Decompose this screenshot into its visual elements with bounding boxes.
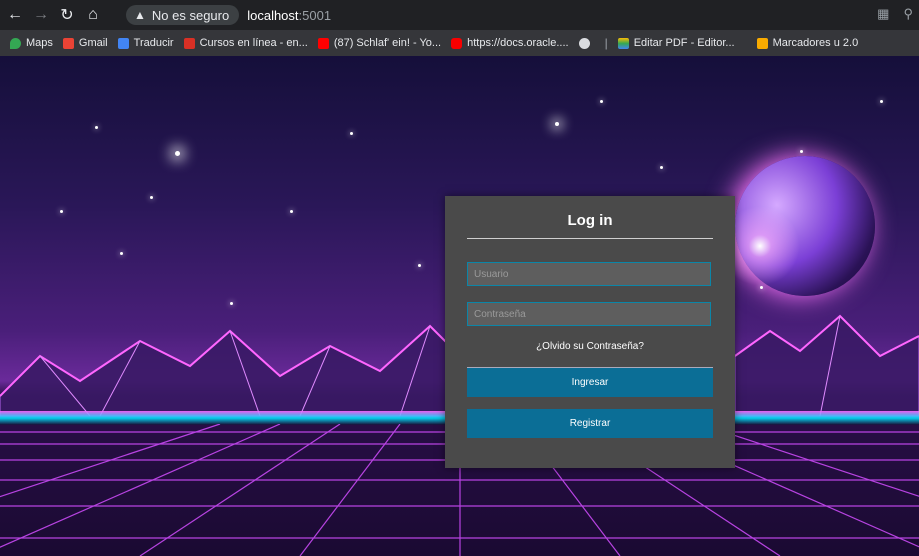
bookmark-label: Cursos en línea - en... [199, 37, 308, 49]
security-chip[interactable]: ▲ No es seguro [126, 5, 240, 25]
title-divider [467, 238, 713, 239]
translate-icon[interactable]: ▦ [877, 6, 889, 22]
gmail-icon [62, 37, 74, 49]
url-host: localhost [247, 7, 299, 23]
bookmark-youtube[interactable]: (87) Schlaf' ein! - Yo... [317, 37, 442, 49]
url-text[interactable]: localhost:5001 [247, 8, 331, 23]
login-button[interactable]: Ingresar [467, 367, 713, 397]
security-label: No es seguro [151, 7, 230, 23]
bookmark-label: Gmail [78, 37, 108, 49]
youtube-icon [317, 37, 329, 49]
bookmarks-bar: Maps Gmail Traducir Cursos en línea - en… [0, 30, 919, 56]
forward-arrow-icon[interactable]: → [30, 4, 52, 26]
folder-icon [756, 37, 768, 49]
bookmark-oracle[interactable]: https://docs.oracle.... [451, 37, 569, 49]
login-card: Log in Usuario Contraseña ¿Olvido su Con… [445, 196, 735, 468]
bookmark-traducir[interactable]: Traducir [117, 37, 174, 49]
courses-icon [183, 37, 195, 49]
bookmark-label: https://docs.oracle.... [467, 37, 569, 49]
bookmark-label: (87) Schlaf' ein! - Yo... [333, 37, 442, 49]
username-placeholder: Usuario [474, 268, 509, 280]
reload-icon[interactable]: ↻ [56, 4, 78, 26]
bookmark-label: Maps [26, 37, 53, 49]
bookmark-editar-pdf[interactable]: Editar PDF - Editor... [617, 37, 735, 49]
register-button[interactable]: Registrar [467, 409, 713, 438]
pdf-editor-icon [617, 37, 629, 49]
bookmark-cursos[interactable]: Cursos en línea - en... [183, 37, 308, 49]
bookmark-globe[interactable]: | [578, 36, 608, 50]
translate-icon [117, 37, 129, 49]
address-bar[interactable]: ▲ No es seguro localhost:5001 [126, 4, 890, 26]
browser-toolbar: ← → ↻ ⌂ ▲ No es seguro localhost:5001 ▦ … [0, 0, 919, 30]
back-arrow-icon[interactable]: ← [4, 4, 26, 26]
maps-icon [10, 37, 21, 49]
url-port: :5001 [298, 7, 332, 23]
bookmark-maps[interactable]: Maps [10, 37, 53, 49]
toolbar-right: ▦ ⚲ [877, 6, 913, 22]
username-input[interactable]: Usuario [467, 262, 711, 286]
zoom-icon[interactable]: ⚲ [903, 6, 913, 22]
warning-icon: ▲ [134, 8, 146, 22]
login-title: Log in [567, 212, 613, 229]
bookmark-separator: | [604, 36, 608, 50]
globe-icon [578, 37, 590, 49]
bookmark-label: Traducir [133, 37, 174, 49]
bookmark-label: Marcadores u 2.0 [772, 37, 859, 49]
password-input[interactable]: Contraseña [467, 302, 711, 326]
bookmark-gmail[interactable]: Gmail [62, 37, 108, 49]
bookmark-marcadores[interactable]: Marcadores u 2.0 [756, 37, 859, 49]
oracle-icon [451, 37, 463, 49]
password-placeholder: Contraseña [474, 308, 526, 320]
forgot-password-link[interactable]: ¿Olvido su Contraseña? [445, 341, 735, 352]
home-icon[interactable]: ⌂ [82, 4, 104, 26]
bookmark-label: Editar PDF - Editor... [633, 37, 735, 49]
